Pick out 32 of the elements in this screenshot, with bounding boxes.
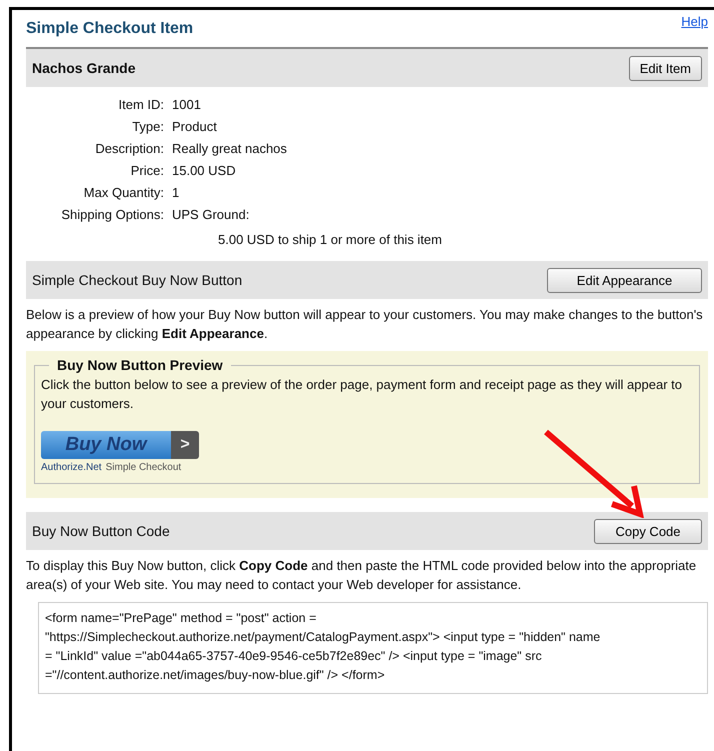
detail-value: Really great nachos <box>172 141 287 156</box>
edit-item-button[interactable]: Edit Item <box>628 56 702 80</box>
detail-label: Type: <box>131 119 164 134</box>
section-description: Below is a preview of how your Buy Now button will appear to your customers. You may make changes to the button's appearance by clicking Edit Appearance. <box>26 306 704 343</box>
buy-now-button[interactable]: Buy Now > <box>41 431 199 459</box>
detail-value: UPS Ground: <box>172 207 250 222</box>
brand-caption: Simple Checkout <box>106 462 182 473</box>
section-title: Simple Checkout Buy Now Button <box>32 272 242 288</box>
preview-legend: Buy Now Button Preview <box>49 357 231 373</box>
detail-label: Description: <box>94 141 164 156</box>
detail-value: 15.00 USD <box>172 163 237 178</box>
shipping-note: 5.00 USD to ship 1 or more of this item <box>218 232 443 247</box>
detail-label: Shipping Options: <box>60 207 164 222</box>
detail-value: Product <box>172 119 218 134</box>
code-line: <form name="PrePage" method = "post" action = <box>45 610 318 627</box>
detail-label: Item ID: <box>117 97 164 112</box>
detail-value: 1 <box>172 185 180 200</box>
copy-code-button[interactable]: Copy Code <box>594 518 702 544</box>
section-description: To display this Buy Now button, click Copy Code and then paste the HTML code provided below into the appropriate area(s) of your Web site. You may need to contact your Web developer for assistance. <box>26 557 698 594</box>
code-line: ="//content.authorize.net/images/buy-now-blue.gif" /> </form> <box>45 667 386 684</box>
brand-name: Authorize.Net <box>41 462 102 473</box>
code-line: "https://Simplecheckout.authorize.net/payment/CatalogPayment.aspx"> <input type = "hidden" name <box>45 629 602 646</box>
preview-text: Click the button below to see a preview of the order page, payment form and receipt page as they will appear to your customers. <box>41 376 683 413</box>
item-name: Nachos Grande <box>32 60 136 76</box>
help-link[interactable]: Help <box>681 14 708 29</box>
section-title: Buy Now Button Code <box>32 523 170 539</box>
code-line: = "LinkId" value ="ab044a65-3757-40e9-9546-ce5b7f2e89ec" /> <input type = "image" src <box>45 648 543 665</box>
edit-appearance-button[interactable]: Edit Appearance <box>547 268 702 292</box>
page-title: Simple Checkout Item <box>26 20 194 38</box>
detail-value: 1001 <box>172 97 202 112</box>
detail-label: Max Quantity: <box>82 185 164 200</box>
detail-label: Price: <box>130 163 164 178</box>
